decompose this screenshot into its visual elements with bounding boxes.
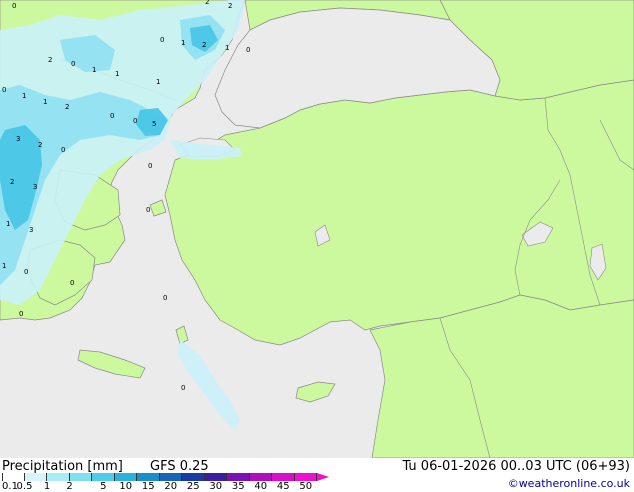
map-value: 2 bbox=[202, 41, 206, 49]
map-value: 0 bbox=[148, 162, 152, 170]
scale-tick-label: 10 bbox=[119, 481, 133, 492]
map-value: 1 bbox=[156, 78, 160, 86]
map-value: 2 bbox=[10, 178, 14, 186]
scale-tick-label: 25 bbox=[186, 481, 200, 492]
map-value: 1 bbox=[6, 220, 10, 228]
scale-swatch bbox=[2, 473, 25, 481]
scale-tick-label: 45 bbox=[276, 481, 290, 492]
map-value: 0 bbox=[61, 146, 65, 154]
map-value: 0 bbox=[110, 112, 114, 120]
map-value: 0 bbox=[146, 206, 150, 214]
map-value: 0 bbox=[133, 117, 137, 125]
map-value: 3 bbox=[29, 226, 33, 234]
map-value: 2 bbox=[228, 2, 232, 10]
scale-swatch bbox=[227, 473, 250, 481]
scale-swatch bbox=[137, 473, 160, 481]
map-value: 1 bbox=[2, 262, 6, 270]
scale-tick-label: 0.5 bbox=[16, 481, 33, 492]
forecast-datetime: Tu 06-01-2026 00..03 UTC (06+93) bbox=[402, 459, 630, 474]
map-value: 2 bbox=[65, 103, 69, 111]
map-value: 0 bbox=[163, 294, 167, 302]
map-value: 3 bbox=[33, 183, 37, 191]
map-value: 2 bbox=[205, 0, 209, 6]
scale-tick-label: 2 bbox=[66, 481, 73, 492]
map-value: 1 bbox=[225, 44, 229, 52]
legend-bar: Precipitation [mm] GFS 0.25 Tu 06-01-202… bbox=[0, 458, 634, 492]
map-value: 1 bbox=[22, 92, 26, 100]
map-value: 0 bbox=[246, 46, 250, 54]
scale-swatch bbox=[182, 473, 205, 481]
scale-swatch bbox=[24, 473, 47, 481]
map-value: 0 bbox=[12, 2, 16, 10]
scale-tick-label: 1 bbox=[43, 481, 51, 492]
scale-swatch bbox=[204, 473, 227, 481]
scale-swatch bbox=[249, 473, 272, 481]
scale-swatch bbox=[159, 473, 182, 481]
map-value: 0 bbox=[160, 36, 164, 44]
scale-tick-label: 5 bbox=[100, 481, 107, 492]
scale-swatch bbox=[114, 473, 137, 481]
scale-tick-label: 50 bbox=[299, 481, 313, 492]
map-value: 5 bbox=[152, 120, 156, 128]
scale-arrow-icon bbox=[317, 473, 329, 481]
legend-title: Precipitation [mm] bbox=[2, 459, 123, 474]
model-name: GFS 0.25 bbox=[150, 459, 209, 474]
map-value: 2 bbox=[38, 141, 42, 149]
scale-swatch bbox=[92, 473, 115, 481]
scale-tick-label: 15 bbox=[141, 481, 155, 492]
scale-tick-label: 30 bbox=[209, 481, 223, 492]
map-value: 1 bbox=[92, 66, 96, 74]
map-value: 1 bbox=[43, 98, 47, 106]
scale-tick-label: 20 bbox=[164, 481, 178, 492]
map-value: 0 bbox=[71, 60, 75, 68]
credit-link[interactable]: ©weatheronline.co.uk bbox=[508, 477, 630, 490]
scale-swatch bbox=[272, 473, 295, 481]
precipitation-map[interactable]: 0 2 2 0 1 2 1 0 2 0 1 1 1 0 1 1 2 0 0 5 … bbox=[0, 0, 634, 459]
scale-swatch bbox=[47, 473, 70, 481]
map-value: 0 bbox=[70, 279, 74, 287]
map-value: 2 bbox=[48, 56, 52, 64]
scale-tick-label: 35 bbox=[231, 481, 245, 492]
map-value: 0 bbox=[2, 86, 6, 94]
scale-swatch bbox=[69, 473, 92, 481]
map-value: 0 bbox=[24, 268, 28, 276]
map-value: 0 bbox=[181, 384, 185, 392]
map-value: 1 bbox=[115, 70, 119, 78]
map-value: 3 bbox=[16, 135, 20, 143]
scale-tick-label: 40 bbox=[254, 481, 268, 492]
map-value: 0 bbox=[19, 310, 23, 318]
scale-swatch bbox=[294, 473, 317, 481]
map-value: 1 bbox=[181, 39, 185, 47]
